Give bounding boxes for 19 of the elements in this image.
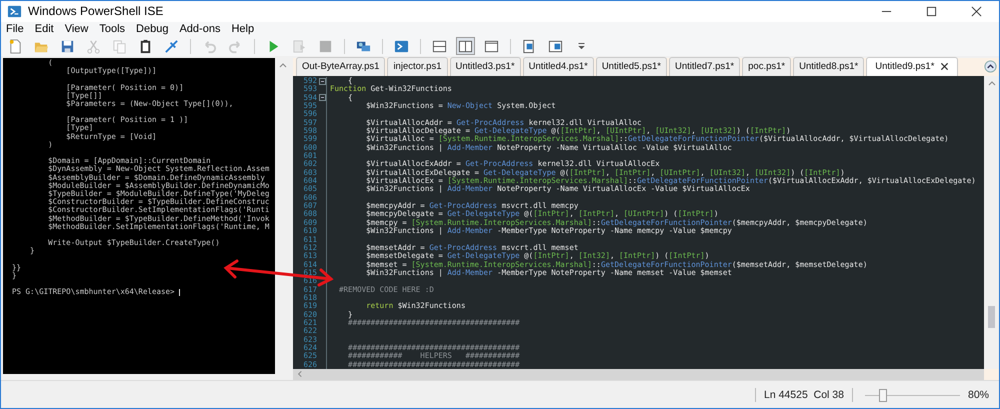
menu-item[interactable]: Edit bbox=[34, 23, 54, 36]
file-tab[interactable]: Untitled5.ps1* bbox=[596, 56, 667, 76]
menu-item[interactable]: Debug bbox=[136, 23, 168, 36]
zoom-level: 80% bbox=[968, 388, 989, 400]
cursor-position: Ln 44525 Col 38 bbox=[764, 388, 844, 400]
window-title: Windows PowerShell ISE bbox=[28, 4, 164, 18]
file-tab[interactable]: Untitled3.ps1* bbox=[450, 56, 521, 76]
menu-item[interactable]: Add-ons bbox=[179, 23, 220, 36]
file-tab[interactable]: Untitled9.ps1* bbox=[866, 56, 958, 76]
file-tab[interactable]: Out-ByteArray.ps1 bbox=[296, 56, 386, 76]
file-tab[interactable]: Untitled4.ps1* bbox=[522, 56, 594, 76]
menu-item[interactable]: View bbox=[64, 23, 88, 36]
file-tab[interactable]: injector.ps1 bbox=[387, 56, 448, 76]
file-tab[interactable]: Untitled8.ps1* bbox=[793, 56, 864, 76]
menu-item[interactable]: File bbox=[6, 23, 24, 36]
file-tab[interactable]: Untitled7.ps1* bbox=[668, 56, 740, 76]
menu-item[interactable]: Help bbox=[231, 23, 254, 36]
menu-item[interactable]: Tools bbox=[99, 23, 126, 36]
file-tab[interactable]: poc.ps1* bbox=[742, 56, 792, 76]
